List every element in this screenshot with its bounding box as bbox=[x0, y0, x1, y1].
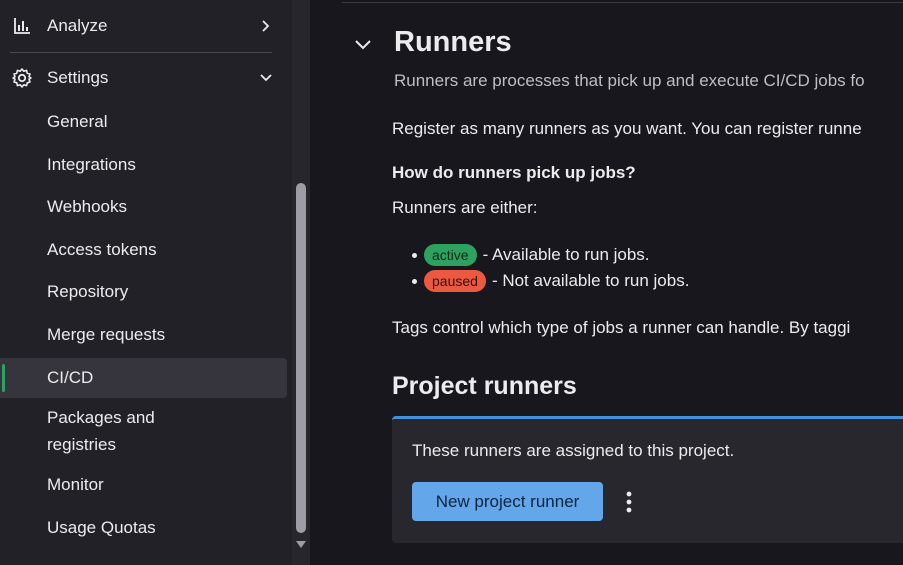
list-item: active - Available to run jobs. bbox=[412, 243, 650, 267]
bullet-dot bbox=[412, 253, 417, 258]
sidebar-item-packages-and-registries[interactable]: Packages and registries bbox=[0, 402, 287, 460]
app-window: Analyze Settings General Integrations We… bbox=[0, 0, 903, 565]
new-project-runner-button[interactable]: New project runner bbox=[412, 482, 603, 521]
sidebar-item-settings[interactable]: Settings bbox=[0, 56, 292, 100]
bullet-text: - Not available to run jobs. bbox=[491, 271, 690, 290]
main-content: Runners Runners are processes that pick … bbox=[310, 0, 903, 565]
sidebar-scrollbar-thumb[interactable] bbox=[296, 183, 306, 533]
scroll-down-arrow-icon[interactable] bbox=[296, 540, 306, 550]
sidebar-item-label: Access tokens bbox=[47, 240, 157, 259]
tags-text: Tags control which type of jobs a runner… bbox=[392, 318, 851, 337]
sidebar-item-label: Settings bbox=[47, 68, 109, 87]
chevron-down-icon bbox=[260, 72, 272, 84]
sidebar-item-usage-quotas[interactable]: Usage Quotas bbox=[0, 508, 287, 548]
question-heading: How do runners pick up jobs? bbox=[392, 163, 636, 182]
register-text: Register as many runners as you want. Yo… bbox=[392, 119, 862, 138]
sidebar-item-label: Monitor bbox=[47, 475, 104, 494]
sidebar: Analyze Settings General Integrations We… bbox=[0, 0, 292, 565]
sidebar-item-webhooks[interactable]: Webhooks bbox=[0, 187, 287, 227]
sidebar-divider bbox=[10, 52, 272, 53]
page-title: Runners bbox=[394, 26, 512, 58]
sidebar-item-label: CI/CD bbox=[47, 368, 94, 387]
sidebar-item-repository[interactable]: Repository bbox=[0, 272, 287, 312]
bullet-dot bbox=[412, 279, 417, 284]
sidebar-item-label: Repository bbox=[47, 282, 129, 301]
sidebar-item-label: Webhooks bbox=[47, 197, 128, 216]
status-badge-active: active bbox=[424, 244, 477, 266]
sidebar-item-label: Integrations bbox=[47, 155, 136, 174]
label-line-2: registries bbox=[47, 435, 116, 454]
sidebar-item-integrations[interactable]: Integrations bbox=[0, 145, 287, 185]
card-description: These runners are assigned to this proje… bbox=[412, 441, 735, 460]
project-runners-title: Project runners bbox=[392, 372, 577, 400]
sidebar-item-label: Packages and registries bbox=[47, 404, 155, 458]
gear-icon bbox=[11, 67, 33, 89]
list-item: paused - Not available to run jobs. bbox=[412, 269, 690, 293]
sidebar-item-label: Analyze bbox=[47, 16, 108, 35]
collapse-chevron-icon[interactable] bbox=[354, 36, 372, 54]
sidebar-item-analyze[interactable]: Analyze bbox=[0, 0, 292, 52]
more-actions-icon[interactable] bbox=[618, 489, 640, 515]
project-runners-card: These runners are assigned to this proje… bbox=[392, 416, 903, 543]
sidebar-item-label: Merge requests bbox=[47, 325, 166, 344]
status-badge-paused: paused bbox=[424, 270, 486, 292]
sidebar-item-ci-cd[interactable]: CI/CD bbox=[0, 358, 287, 398]
label-line-1: Packages and bbox=[47, 408, 155, 427]
chart-icon bbox=[11, 15, 33, 37]
sidebar-item-label: Usage Quotas bbox=[47, 518, 156, 537]
section-divider bbox=[342, 2, 903, 3]
sidebar-item-label: General bbox=[47, 112, 108, 131]
chevron-right-icon bbox=[260, 20, 272, 32]
bullet-text: - Available to run jobs. bbox=[482, 245, 650, 264]
sidebar-item-general[interactable]: General bbox=[0, 102, 287, 142]
sidebar-item-monitor[interactable]: Monitor bbox=[0, 465, 287, 505]
sidebar-item-merge-requests[interactable]: Merge requests bbox=[0, 315, 287, 355]
either-text: Runners are either: bbox=[392, 198, 538, 217]
section-description: Runners are processes that pick up and e… bbox=[394, 71, 865, 90]
sidebar-item-access-tokens[interactable]: Access tokens bbox=[0, 230, 287, 270]
